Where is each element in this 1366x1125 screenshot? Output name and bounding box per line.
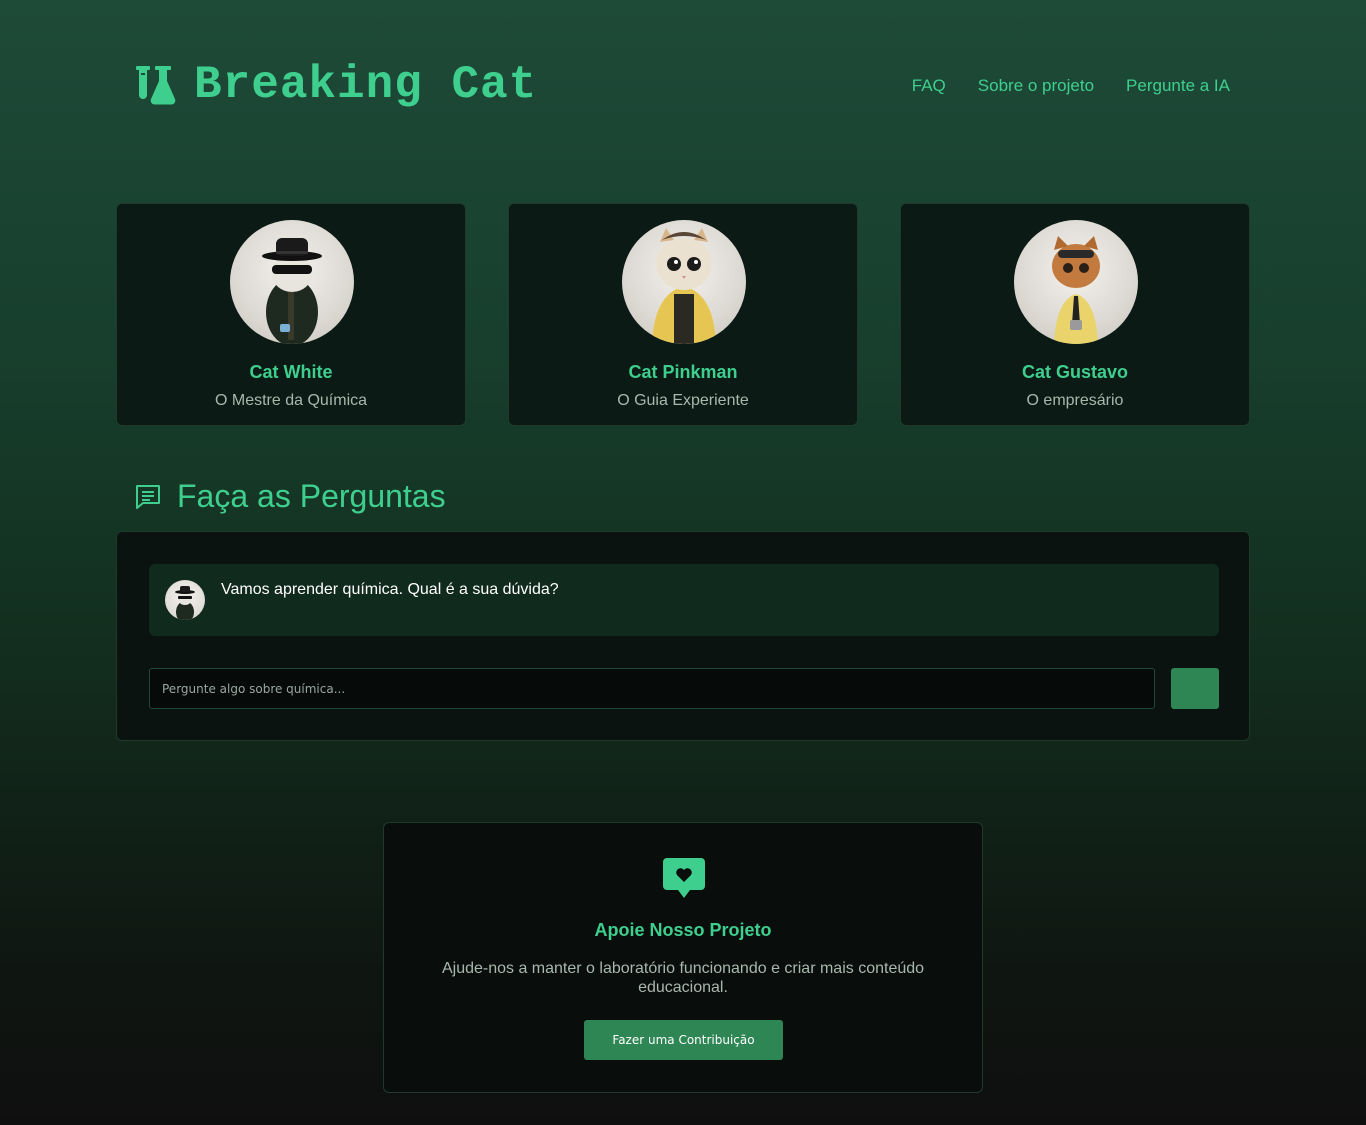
- nav-faq[interactable]: FAQ: [912, 76, 946, 96]
- contribute-button[interactable]: Fazer uma Contribuição: [584, 1020, 783, 1060]
- character-name: Cat White: [249, 362, 333, 382]
- nav-about[interactable]: Sobre o projeto: [978, 76, 1094, 96]
- cat-gustavo-portrait: [1052, 236, 1100, 344]
- character-role: O Guia Experiente: [617, 392, 749, 409]
- cat-white-portrait: [262, 238, 322, 344]
- brand-logo[interactable]: Breaking Cat: [134, 62, 537, 108]
- avatar: [622, 220, 746, 344]
- nav-ask-ai[interactable]: Pergunte a IA: [1126, 76, 1230, 96]
- chat-icon: [136, 484, 160, 509]
- avatar: [230, 220, 354, 344]
- chat-panel: Vamos aprender química. Qual é a sua dúv…: [116, 531, 1250, 741]
- chat-section-heading: Faça as Perguntas: [134, 478, 446, 515]
- character-role: O empresário: [1026, 392, 1124, 409]
- message-text: Vamos aprender química. Qual é a sua dúv…: [221, 581, 559, 598]
- cat-pinkman-portrait: [652, 228, 716, 344]
- character-name: Cat Gustavo: [1021, 362, 1129, 382]
- chat-title: Faça as Perguntas: [177, 478, 446, 514]
- brand-title: Breaking Cat: [194, 59, 538, 111]
- heart-message-icon: [663, 858, 705, 898]
- support-text: Ajude-nos a manter o laboratório funcion…: [441, 960, 925, 996]
- support-panel: Apoie Nosso Projeto Ajude-nos a manter o…: [383, 822, 983, 1093]
- character-card-pinkman[interactable]: Cat Pinkman O Guia Experiente: [508, 203, 858, 426]
- message-avatar: [165, 580, 205, 620]
- cat-white-mini-portrait: [175, 586, 195, 620]
- flask-icon: [136, 66, 176, 105]
- main-nav: FAQ Sobre o projeto Pergunte a IA: [880, 76, 1230, 96]
- character-role: O Mestre da Química: [214, 392, 368, 409]
- character-name: Cat Pinkman: [628, 362, 738, 382]
- send-button[interactable]: [1171, 668, 1219, 709]
- avatar: [1014, 220, 1138, 344]
- character-card-gustavo[interactable]: Cat Gustavo O empresário: [900, 203, 1250, 426]
- site-header: Breaking Cat FAQ Sobre o projeto Pergunt…: [134, 62, 1234, 112]
- character-card-white[interactable]: Cat White O Mestre da Química: [116, 203, 466, 426]
- support-title: Apoie Nosso Projeto: [594, 920, 772, 940]
- chat-message: Vamos aprender química. Qual é a sua dúv…: [149, 564, 1219, 636]
- question-input[interactable]: [149, 668, 1155, 709]
